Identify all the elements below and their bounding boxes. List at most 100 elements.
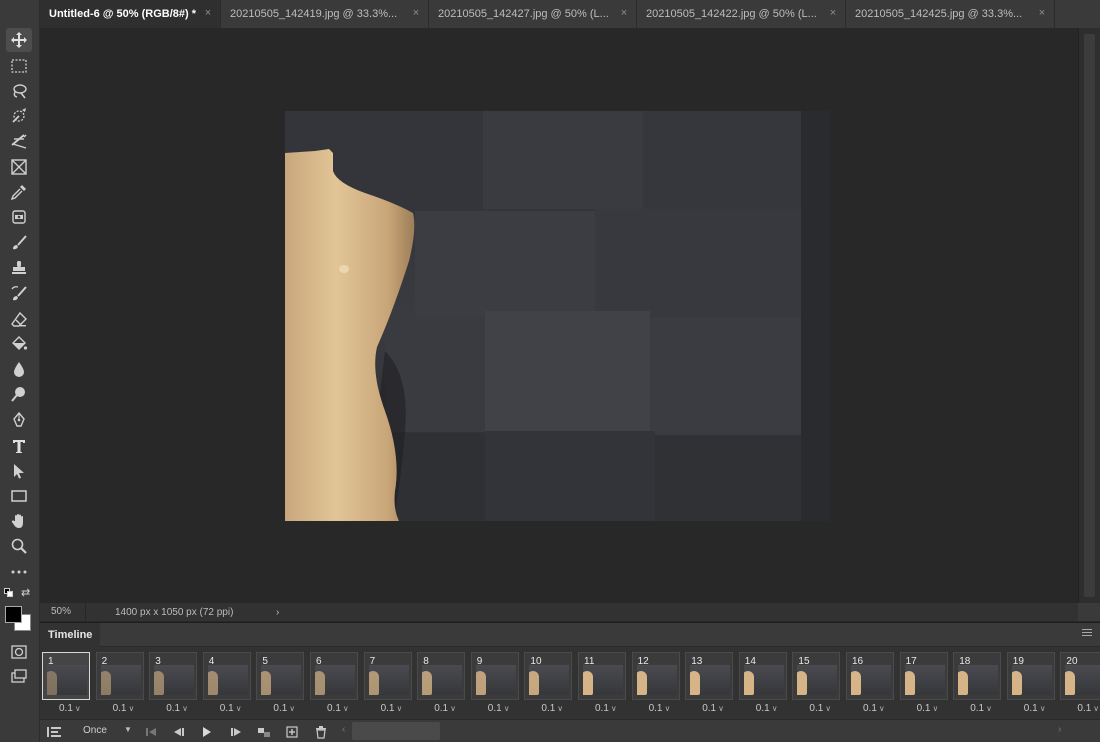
frame-thumbnail-box[interactable]: 17 bbox=[899, 652, 948, 700]
dodge-icon[interactable] bbox=[6, 382, 32, 406]
chevron-down-icon[interactable]: ∨ bbox=[75, 704, 81, 713]
chevron-down-icon[interactable]: ∨ bbox=[772, 704, 778, 713]
animation-frame[interactable]: 3 0.1 ∨ bbox=[148, 651, 198, 717]
chevron-down-icon[interactable]: ▼ bbox=[124, 725, 132, 734]
color-swatches[interactable]: ⇄ bbox=[3, 586, 37, 634]
chevron-down-icon[interactable]: ∨ bbox=[718, 704, 724, 713]
frame-delay-select[interactable]: 0.1 ∨ bbox=[970, 703, 992, 714]
frame-delay-select[interactable]: 0.1 ∨ bbox=[59, 703, 81, 714]
frame-delay-select[interactable]: 0.1 ∨ bbox=[327, 703, 349, 714]
frame-thumbnail-box[interactable]: 1 bbox=[42, 652, 90, 700]
frame-thumbnail-box[interactable]: 15 bbox=[792, 652, 841, 700]
clone-stamp-icon[interactable] bbox=[6, 256, 32, 280]
chevron-down-icon[interactable]: ∨ bbox=[397, 704, 403, 713]
frame-thumbnail-box[interactable]: 13 bbox=[685, 652, 734, 700]
brush-icon[interactable] bbox=[6, 231, 32, 255]
close-icon[interactable]: × bbox=[411, 8, 421, 19]
animation-frame[interactable]: 12 0.1 ∨ bbox=[631, 651, 681, 717]
crop-icon[interactable] bbox=[6, 130, 32, 154]
quick-selection-icon[interactable] bbox=[6, 104, 32, 128]
frame-thumbnail-box[interactable]: 2 bbox=[95, 652, 144, 700]
frame-thumbnail-box[interactable]: 19 bbox=[1006, 652, 1055, 700]
frame-thumbnail-box[interactable]: 4 bbox=[202, 652, 251, 700]
frame-thumbnail-box[interactable]: 12 bbox=[631, 652, 680, 700]
chevron-down-icon[interactable]: ∨ bbox=[986, 704, 992, 713]
animation-frame[interactable]: 4 0.1 ∨ bbox=[202, 651, 252, 717]
frame-delay-select[interactable]: 0.1 ∨ bbox=[917, 703, 939, 714]
animation-frame[interactable]: 11 0.1 ∨ bbox=[577, 651, 627, 717]
chevron-down-icon[interactable]: ∨ bbox=[825, 704, 831, 713]
animation-frame[interactable]: 13 0.1 ∨ bbox=[684, 651, 734, 717]
frame-icon[interactable] bbox=[6, 155, 32, 179]
animation-frame[interactable]: 19 0.1 ∨ bbox=[1006, 651, 1056, 717]
chevron-down-icon[interactable]: ∨ bbox=[665, 704, 671, 713]
loop-options-select[interactable]: Once bbox=[83, 725, 107, 736]
frame-delay-select[interactable]: 0.1 ∨ bbox=[863, 703, 885, 714]
status-menu-arrow[interactable]: › bbox=[276, 607, 279, 618]
animation-frame[interactable]: 15 0.1 ∨ bbox=[791, 651, 841, 717]
timeline-tab[interactable]: Timeline bbox=[40, 622, 101, 647]
chevron-down-icon[interactable]: ∨ bbox=[450, 704, 456, 713]
frame-delay-select[interactable]: 0.1 ∨ bbox=[1024, 703, 1046, 714]
panel-menu-icon[interactable] bbox=[1082, 629, 1092, 638]
document-tab-1[interactable]: Untitled-6 @ 50% (RGB/8#) * × bbox=[40, 0, 221, 28]
animation-frame[interactable]: 16 0.1 ∨ bbox=[845, 651, 895, 717]
chevron-down-icon[interactable]: ∨ bbox=[1093, 704, 1099, 713]
chevron-down-icon[interactable]: ∨ bbox=[557, 704, 563, 713]
chevron-down-icon[interactable]: ∨ bbox=[236, 704, 242, 713]
frame-thumbnail-box[interactable]: 11 bbox=[578, 652, 626, 700]
chevron-down-icon[interactable]: ∨ bbox=[129, 704, 135, 713]
frame-delay-select[interactable]: 0.1 ∨ bbox=[113, 703, 135, 714]
scroll-left-icon[interactable]: ‹ bbox=[342, 724, 345, 735]
frame-delay-select[interactable]: 0.1 ∨ bbox=[273, 703, 295, 714]
foreground-color-swatch[interactable] bbox=[5, 606, 22, 623]
chevron-down-icon[interactable]: ∨ bbox=[1040, 704, 1046, 713]
previous-frame-icon[interactable] bbox=[171, 724, 187, 740]
animation-frame[interactable]: 10 0.1 ∨ bbox=[523, 651, 573, 717]
frame-delay-select[interactable]: 0.1 ∨ bbox=[166, 703, 188, 714]
frame-thumbnail-box[interactable]: 20 bbox=[1060, 652, 1100, 700]
more-tools-icon[interactable] bbox=[6, 560, 32, 584]
chevron-down-icon[interactable]: ∨ bbox=[879, 704, 885, 713]
close-icon[interactable]: × bbox=[203, 8, 213, 19]
frame-thumbnail-box[interactable]: 18 bbox=[953, 652, 1002, 700]
zoom-icon[interactable] bbox=[6, 534, 32, 558]
chevron-down-icon[interactable]: ∨ bbox=[611, 704, 617, 713]
next-frame-icon[interactable] bbox=[228, 724, 244, 740]
frame-delay-select[interactable]: 0.1 ∨ bbox=[434, 703, 456, 714]
animation-frame[interactable]: 17 0.1 ∨ bbox=[899, 651, 949, 717]
animation-frame[interactable]: 2 0.1 ∨ bbox=[95, 651, 145, 717]
default-colors-icon[interactable] bbox=[4, 588, 13, 597]
document-tab-2[interactable]: 20210505_142419.jpg @ 33.3%... × bbox=[221, 0, 429, 28]
close-icon[interactable]: × bbox=[828, 8, 838, 19]
chevron-down-icon[interactable]: ∨ bbox=[933, 704, 939, 713]
swap-colors-icon[interactable]: ⇄ bbox=[21, 586, 30, 599]
animation-frame[interactable]: 9 0.1 ∨ bbox=[470, 651, 520, 717]
frame-thumbnail-box[interactable]: 3 bbox=[149, 652, 198, 700]
frame-thumbnail-box[interactable]: 16 bbox=[846, 652, 894, 700]
screen-mode-icon[interactable] bbox=[6, 665, 32, 689]
vertical-scrollbar[interactable] bbox=[1078, 28, 1100, 603]
duplicate-frame-icon[interactable] bbox=[284, 724, 300, 740]
chevron-down-icon[interactable]: ∨ bbox=[504, 704, 510, 713]
animation-frame[interactable]: 18 0.1 ∨ bbox=[952, 651, 1002, 717]
pen-icon[interactable] bbox=[6, 408, 32, 432]
frame-thumbnail-box[interactable]: 6 bbox=[310, 652, 358, 700]
document-tab-3[interactable]: 20210505_142427.jpg @ 50% (L... × bbox=[429, 0, 637, 28]
scroll-right-icon[interactable]: › bbox=[1058, 724, 1061, 735]
frame-delay-select[interactable]: 0.1 ∨ bbox=[702, 703, 724, 714]
frame-delay-select[interactable]: 0.1 ∨ bbox=[809, 703, 831, 714]
blur-icon[interactable] bbox=[6, 357, 32, 381]
lasso-icon[interactable] bbox=[6, 79, 32, 103]
chevron-down-icon[interactable]: ∨ bbox=[343, 704, 349, 713]
frame-delay-select[interactable]: 0.1 ∨ bbox=[488, 703, 510, 714]
convert-to-video-timeline-icon[interactable] bbox=[46, 724, 62, 740]
canvas-area[interactable] bbox=[40, 28, 1078, 603]
move-icon[interactable] bbox=[6, 28, 32, 52]
path-selection-icon[interactable] bbox=[6, 459, 32, 483]
type-icon[interactable] bbox=[6, 434, 32, 458]
frame-delay-select[interactable]: 0.1 ∨ bbox=[1077, 703, 1099, 714]
document-tab-4[interactable]: 20210505_142422.jpg @ 50% (L... × bbox=[637, 0, 846, 28]
frame-thumbnail-box[interactable]: 5 bbox=[256, 652, 305, 700]
frame-thumbnail-box[interactable]: 14 bbox=[738, 652, 787, 700]
